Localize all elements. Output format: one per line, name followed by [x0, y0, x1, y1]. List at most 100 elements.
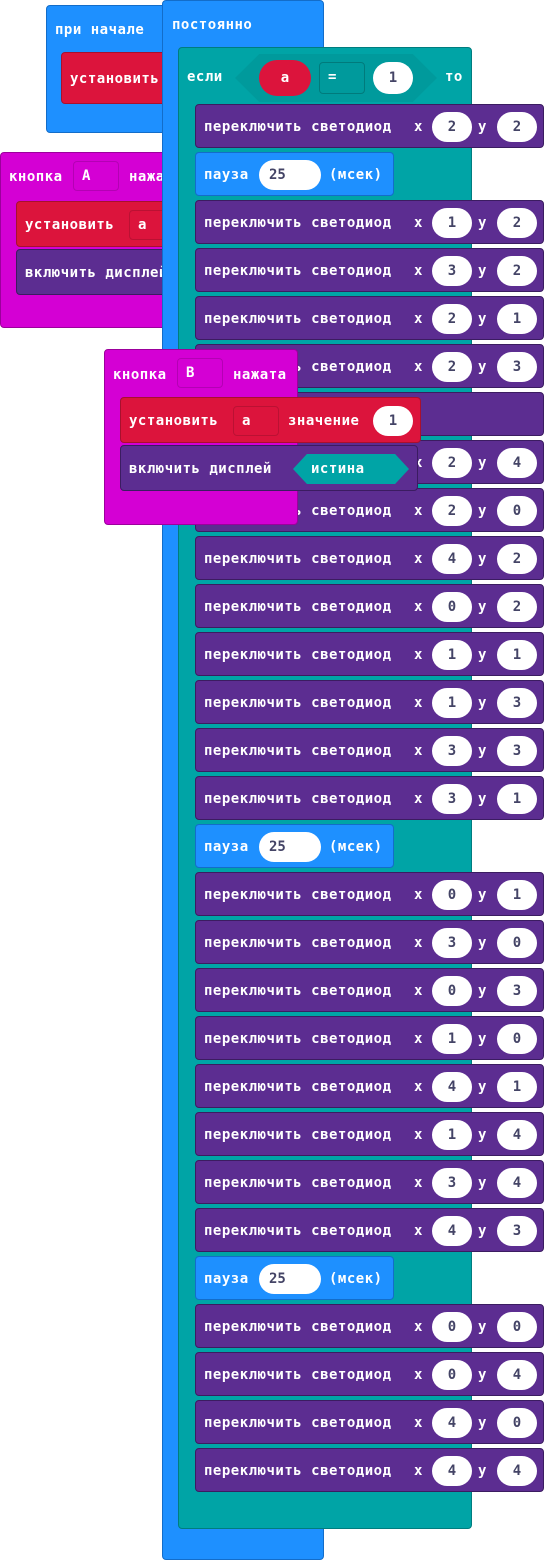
toggle-led-block[interactable]: переключить светодиод x 0 y 1 [195, 872, 544, 916]
button-b-variable-dropdown[interactable]: a [233, 406, 279, 436]
toggle-led-block[interactable]: переключить светодиод x 0 y 0 [195, 1304, 544, 1348]
toggle-led-block[interactable]: переключить светодиод x 1 y 1 [195, 632, 544, 676]
x-value-input[interactable]: 4 [432, 1072, 472, 1102]
y-value-input[interactable]: 3 [497, 688, 537, 718]
y-value-input[interactable]: 4 [497, 1360, 537, 1390]
toggle-led-block[interactable]: переключить светодиод x 0 y 4 [195, 1352, 544, 1396]
x-value-input[interactable]: 3 [432, 736, 472, 766]
toggle-led-block[interactable]: переключить светодиод x 4 y 2 [195, 536, 544, 580]
y-label: y [478, 1127, 487, 1143]
button-b-boolean-reporter[interactable]: истина [293, 454, 409, 484]
button-b-value-input[interactable]: 1 [373, 406, 413, 436]
button-b-block[interactable]: кнопка B нажата установить a значение 1 … [104, 349, 421, 525]
if-value-input[interactable]: 1 [373, 62, 413, 94]
x-value-input[interactable]: 4 [432, 1456, 472, 1486]
x-value-input[interactable]: 0 [432, 1312, 472, 1342]
toggle-led-block[interactable]: переключить светодиод x 3 y 2 [195, 248, 544, 292]
toggle-led-block[interactable]: переключить светодиод x 4 y 3 [195, 1208, 544, 1252]
x-value-input[interactable]: 1 [432, 208, 472, 238]
toggle-led-block[interactable]: переключить светодиод x 1 y 0 [195, 1016, 544, 1060]
y-value-input[interactable]: 2 [497, 112, 537, 142]
x-value-input[interactable]: 1 [432, 688, 472, 718]
toggle-led-block[interactable]: переключить светодиод x 3 y 4 [195, 1160, 544, 1204]
y-value-input[interactable]: 4 [497, 1168, 537, 1198]
x-value-input[interactable]: 4 [432, 544, 472, 574]
button-a-set-variable-block[interactable]: установить a [16, 201, 186, 247]
y-value-input[interactable]: 1 [497, 640, 537, 670]
button-b-dropdown[interactable]: B [177, 358, 223, 388]
y-value-input[interactable]: 1 [497, 304, 537, 334]
y-value-input[interactable]: 2 [497, 544, 537, 574]
toggle-led-block[interactable]: переключить светодиод x 4 y 4 [195, 1448, 544, 1492]
button-a-dropdown[interactable]: A [73, 161, 119, 191]
toggle-led-block[interactable]: переключить светодиод x 4 y 1 [195, 1064, 544, 1108]
y-value-input[interactable]: 1 [497, 880, 537, 910]
y-value-input[interactable]: 3 [497, 736, 537, 766]
if-operator-dropdown[interactable]: = [319, 62, 365, 94]
toggle-led-block[interactable]: переключить светодиод x 3 y 3 [195, 728, 544, 772]
x-value-input[interactable]: 4 [432, 1408, 472, 1438]
y-value-input[interactable]: 3 [497, 976, 537, 1006]
x-value-input[interactable]: 1 [432, 1120, 472, 1150]
y-value-input[interactable]: 2 [497, 592, 537, 622]
if-variable-reporter[interactable]: a [259, 60, 311, 96]
x-value-input[interactable]: 3 [432, 256, 472, 286]
toggle-led-block[interactable]: переключить светодиод x 4 y 0 [195, 1400, 544, 1444]
pause-block[interactable]: пауза 25 (мсек) [195, 1256, 394, 1300]
toggle-led-block[interactable]: переключить светодиод x 1 y 2 [195, 200, 544, 244]
y-value-input[interactable]: 0 [497, 496, 537, 526]
toggle-label: переключить светодиод [204, 263, 392, 279]
x-label: x [414, 263, 423, 279]
x-value-input[interactable]: 2 [432, 448, 472, 478]
x-value-input[interactable]: 0 [432, 976, 472, 1006]
toggle-led-block[interactable]: переключить светодиод x 2 y 2 [195, 104, 544, 148]
x-value-input[interactable]: 4 [432, 1216, 472, 1246]
toggle-led-block[interactable]: переключить светодиод x 3 y 0 [195, 920, 544, 964]
toggle-led-block[interactable]: переключить светодиод x 3 y 1 [195, 776, 544, 820]
toggle-led-block[interactable]: переключить светодиод x 1 y 3 [195, 680, 544, 724]
y-value-input[interactable]: 1 [497, 784, 537, 814]
x-value-input[interactable]: 2 [432, 112, 472, 142]
y-value-input[interactable]: 0 [497, 1312, 537, 1342]
x-value-input[interactable]: 3 [432, 928, 472, 958]
pause-block[interactable]: пауза 25 (мсек) [195, 152, 394, 196]
pause-value-input[interactable]: 25 [259, 160, 321, 190]
y-value-input[interactable]: 3 [497, 1216, 537, 1246]
x-value-input[interactable]: 3 [432, 1168, 472, 1198]
y-value-input[interactable]: 0 [497, 1024, 537, 1054]
x-label: x [414, 791, 423, 807]
y-value-input[interactable]: 0 [497, 928, 537, 958]
button-a-display-block[interactable]: включить дисплей [16, 249, 186, 295]
x-value-input[interactable]: 2 [432, 304, 472, 334]
pause-value-input[interactable]: 25 [259, 1264, 321, 1294]
y-value-input[interactable]: 0 [497, 1408, 537, 1438]
y-value-input[interactable]: 3 [497, 352, 537, 382]
toggle-led-block[interactable]: переключить светодиод x 0 y 2 [195, 584, 544, 628]
pause-unit-label: (мсек) [329, 167, 383, 183]
y-value-input[interactable]: 2 [497, 256, 537, 286]
button-b-display-block[interactable]: включить дисплей истина [120, 445, 418, 491]
pause-unit-label: (мсек) [329, 839, 383, 855]
x-value-input[interactable]: 0 [432, 880, 472, 910]
pause-block[interactable]: пауза 25 (мсек) [195, 824, 394, 868]
button-b-set-variable-block[interactable]: установить a значение 1 [120, 397, 421, 443]
x-value-input[interactable]: 1 [432, 1024, 472, 1054]
x-label: x [414, 695, 423, 711]
toggle-led-block[interactable]: переключить светодиод x 1 y 4 [195, 1112, 544, 1156]
y-value-input[interactable]: 4 [497, 1456, 537, 1486]
pause-value-input[interactable]: 25 [259, 832, 321, 862]
x-value-input[interactable]: 3 [432, 784, 472, 814]
x-value-input[interactable]: 2 [432, 352, 472, 382]
y-value-input[interactable]: 4 [497, 1120, 537, 1150]
x-value-input[interactable]: 0 [432, 1360, 472, 1390]
x-value-input[interactable]: 1 [432, 640, 472, 670]
x-value-input[interactable]: 0 [432, 592, 472, 622]
x-value-input[interactable]: 2 [432, 496, 472, 526]
button-a-block[interactable]: кнопка A нажата установить a включить ди… [0, 152, 186, 328]
y-value-input[interactable]: 4 [497, 448, 537, 478]
y-label: y [478, 1175, 487, 1191]
y-value-input[interactable]: 2 [497, 208, 537, 238]
toggle-led-block[interactable]: переключить светодиод x 0 y 3 [195, 968, 544, 1012]
toggle-led-block[interactable]: переключить светодиод x 2 y 1 [195, 296, 544, 340]
y-value-input[interactable]: 1 [497, 1072, 537, 1102]
